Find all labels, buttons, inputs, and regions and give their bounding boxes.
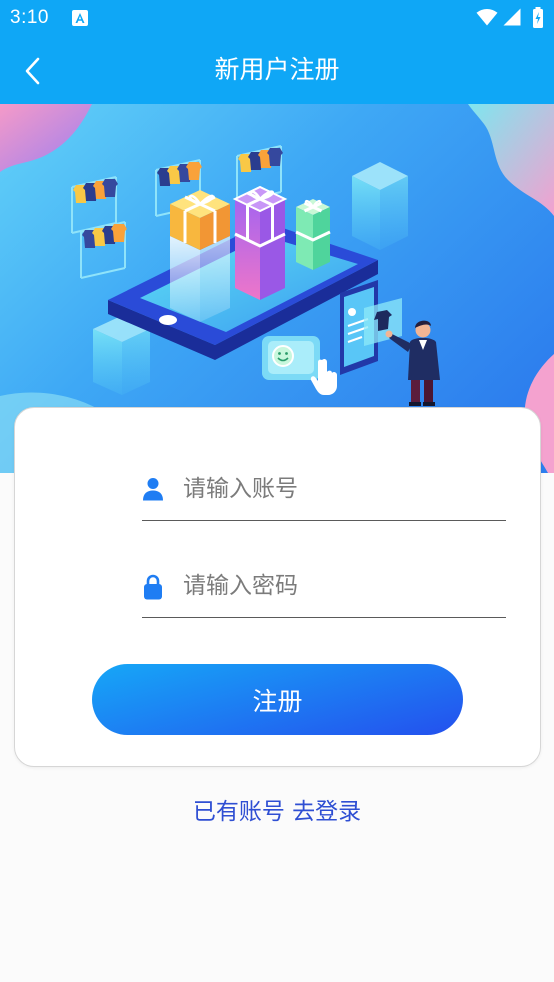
wifi-icon [476,9,498,26]
leg [411,376,420,404]
avatar-icon [348,308,356,316]
shoe [423,402,435,406]
user-icon [142,476,164,502]
pedestal-face [170,236,200,322]
login-link[interactable]: 已有账号 去登录 [0,796,554,828]
account-field [142,458,506,521]
glass-block-right [352,162,408,250]
chat-bubble [262,336,320,380]
password-input[interactable] [183,573,483,599]
lock-icon [142,573,164,599]
register-button[interactable]: 注册 [92,664,463,735]
hand [385,330,393,338]
gift-box-green [295,199,331,270]
chevron-left-icon [25,57,40,85]
gift-box-purple [232,185,288,300]
battery-charging-icon [533,7,543,28]
phone-home-button [159,315,177,325]
smiley-eye [278,352,281,355]
app-header: 新用户注册 [0,36,554,104]
signal-icon [503,8,521,26]
leg [424,376,433,404]
password-field [142,555,506,618]
account-input[interactable] [183,476,483,502]
register-card: 注册 [14,407,541,767]
notification-a-icon [72,10,88,26]
back-button[interactable] [18,54,48,88]
pedestal-face [200,236,230,322]
shoe [409,402,421,406]
status-time: 3:10 [10,7,49,28]
smiley-eye [285,352,288,355]
page-title: 新用户注册 [214,55,340,84]
status-bar: 3:10 [0,0,554,36]
smiley-icon [272,345,294,367]
